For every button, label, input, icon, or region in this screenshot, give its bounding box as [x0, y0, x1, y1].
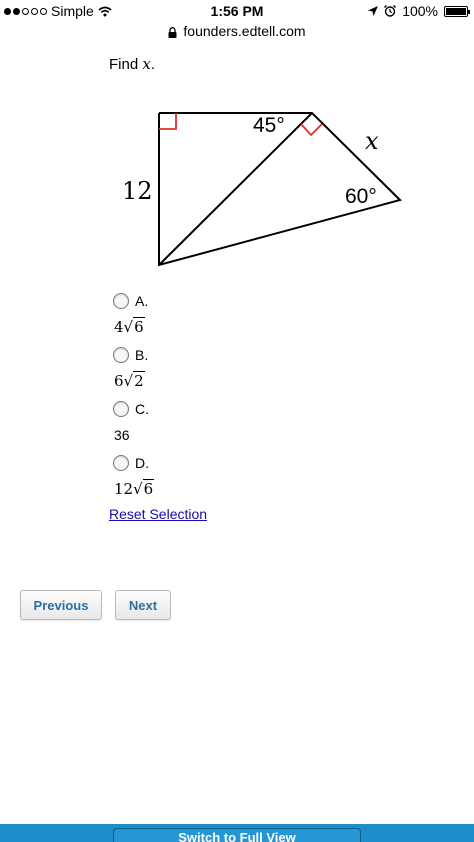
option-a-value: 4√6	[114, 317, 145, 336]
location-arrow-icon	[368, 6, 379, 16]
next-button[interactable]: Next	[115, 590, 171, 620]
unknown-label-x: x	[365, 127, 379, 155]
option-d[interactable]: D.	[113, 454, 149, 472]
option-a-letter: A.	[135, 293, 149, 310]
option-c-letter: C.	[135, 401, 149, 418]
question-variable: x	[142, 55, 151, 73]
url-text: founders.edtell.com	[183, 23, 306, 39]
reset-selection-link[interactable]: Reset Selection	[109, 506, 207, 522]
right-angle-marker-top	[300, 123, 323, 137]
switch-to-full-view-button[interactable]: Switch to Full View	[113, 828, 361, 842]
option-d-letter: D.	[135, 455, 149, 472]
status-bar: Simple 1:56 PM 100%	[0, 0, 474, 22]
radio-button-a[interactable]	[113, 293, 129, 310]
url-bar[interactable]: founders.edtell.com	[0, 22, 474, 44]
option-b-letter: B.	[135, 347, 149, 364]
option-c[interactable]: C.	[113, 400, 149, 418]
battery-icon	[444, 5, 470, 17]
option-b[interactable]: B.	[113, 346, 149, 364]
geometry-figure: 12 45° 60° x	[122, 112, 402, 267]
radio-button-c[interactable]	[113, 401, 129, 418]
option-a[interactable]: A.	[113, 292, 149, 310]
battery-percent: 100%	[402, 3, 438, 19]
option-d-value: 12√6	[114, 479, 155, 498]
figure-diagonal	[158, 112, 313, 266]
footer-bar: Switch to Full View	[0, 824, 474, 842]
angle-label-60: 60°	[345, 185, 377, 208]
radio-button-d[interactable]	[113, 455, 129, 472]
question-prompt: Find x.	[109, 55, 155, 73]
option-b-value: 6√2	[114, 371, 145, 390]
radio-button-b[interactable]	[113, 347, 129, 364]
option-c-value: 36	[114, 427, 130, 443]
side-label-12: 12	[122, 177, 153, 205]
lock-icon	[168, 26, 177, 38]
angle-label-45: 45°	[253, 114, 285, 137]
previous-button[interactable]: Previous	[20, 590, 102, 620]
alarm-clock-icon	[384, 5, 397, 17]
right-angle-marker-left	[159, 113, 177, 130]
